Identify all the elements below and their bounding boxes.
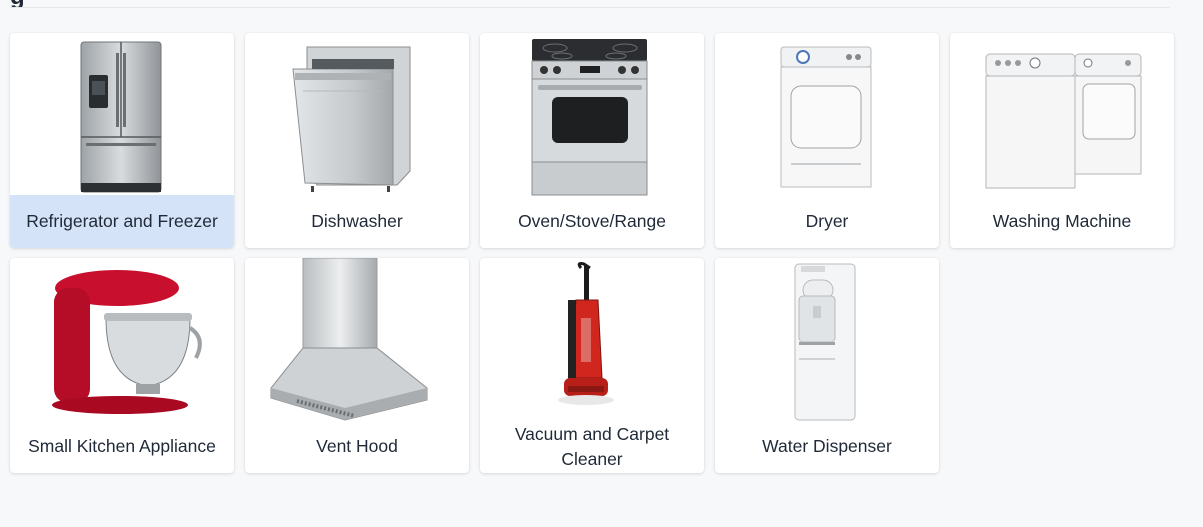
category-card-water-dispenser[interactable]: Water Dispenser (715, 258, 939, 473)
dishwasher-icon (292, 46, 411, 192)
category-label: Oven/Stove/Range (518, 211, 666, 231)
category-card-small-kitchen-appliance[interactable]: Small Kitchen Appliance (10, 258, 234, 473)
category-card-vacuum[interactable]: Vacuum and Carpet Cleaner (480, 258, 704, 473)
category-label: Washing Machine (992, 211, 1132, 231)
vent-hood-icon (270, 258, 428, 421)
appliance-category-grid: Refrigerator and Freezer Dishwasher Oven… (10, 33, 1174, 473)
dryer-icon (780, 46, 872, 188)
stand-mixer-icon (52, 270, 202, 414)
category-label: Dryer (805, 211, 849, 231)
vacuum-icon (558, 262, 614, 405)
washing-machine-icon (985, 53, 1142, 189)
refrigerator-icon (80, 41, 162, 193)
water-dispenser-icon (794, 263, 856, 421)
category-card-refrigerator[interactable]: Refrigerator and Freezer (10, 33, 234, 248)
category-label: Water Dispenser (762, 436, 892, 456)
category-card-vent-hood[interactable]: Vent Hood (245, 258, 469, 473)
oven-icon (531, 39, 648, 196)
category-label: Dishwasher (311, 211, 403, 231)
top-strip: g (0, 0, 1203, 8)
category-card-dryer[interactable]: Dryer (715, 33, 939, 248)
category-card-oven[interactable]: Oven/Stove/Range (480, 33, 704, 248)
category-card-washing-machine[interactable]: Washing Machine (950, 33, 1174, 248)
category-card-dishwasher[interactable]: Dishwasher (245, 33, 469, 248)
header-divider (10, 7, 1170, 8)
category-label: Refrigerator and Freezer (10, 195, 234, 248)
category-label: Vacuum and Carpet Cleaner (514, 423, 670, 469)
category-label: Small Kitchen Appliance (28, 436, 216, 456)
category-label: Vent Hood (316, 436, 398, 456)
